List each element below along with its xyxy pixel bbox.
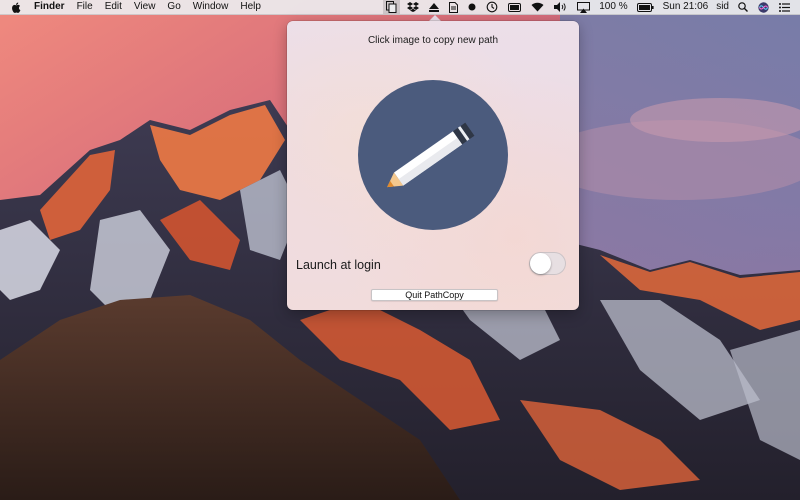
menu-help[interactable]: Help xyxy=(240,0,261,14)
clock[interactable]: Sun 21:06 xyxy=(663,0,709,14)
menu-view[interactable]: View xyxy=(134,0,156,14)
volume-icon[interactable] xyxy=(554,0,567,14)
battery-percentage[interactable]: 100 % xyxy=(599,0,627,14)
quit-button[interactable]: Quit PathCopy xyxy=(371,289,498,301)
pathcopy-popover: Click image to copy new path Launch at l… xyxy=(287,21,579,310)
menu-file[interactable]: File xyxy=(77,0,93,14)
siri-icon[interactable] xyxy=(758,0,769,14)
toggle-knob xyxy=(530,253,551,274)
menu-go[interactable]: Go xyxy=(167,0,180,14)
time-machine-icon[interactable] xyxy=(486,0,498,14)
battery-meter-icon[interactable] xyxy=(508,0,522,14)
menu-edit[interactable]: Edit xyxy=(105,0,122,14)
menu-bar: Finder File Edit View Go Window Help 100… xyxy=(0,0,800,15)
user-name[interactable]: sid xyxy=(716,0,729,14)
document-icon[interactable] xyxy=(449,0,459,14)
battery-icon[interactable] xyxy=(636,0,654,14)
copy-path-image-button[interactable] xyxy=(358,80,508,230)
pencil-icon xyxy=(387,122,475,188)
pathcopy-icon[interactable] xyxy=(383,0,401,14)
menu-app-name[interactable]: Finder xyxy=(34,0,65,14)
record-dot-icon[interactable] xyxy=(468,0,476,14)
eject-icon[interactable] xyxy=(429,0,440,14)
instruction-text: Click image to copy new path xyxy=(367,35,499,46)
menu-window[interactable]: Window xyxy=(193,0,229,14)
launch-at-login-toggle[interactable] xyxy=(529,252,566,275)
search-icon[interactable] xyxy=(738,0,748,14)
dropbox-icon[interactable] xyxy=(407,0,420,14)
launch-at-login-label: Launch at login xyxy=(296,258,381,272)
notification-center-icon[interactable] xyxy=(779,0,790,14)
apple-icon[interactable] xyxy=(11,1,25,13)
airplay-icon[interactable] xyxy=(577,0,591,14)
wifi-icon[interactable] xyxy=(531,0,544,14)
